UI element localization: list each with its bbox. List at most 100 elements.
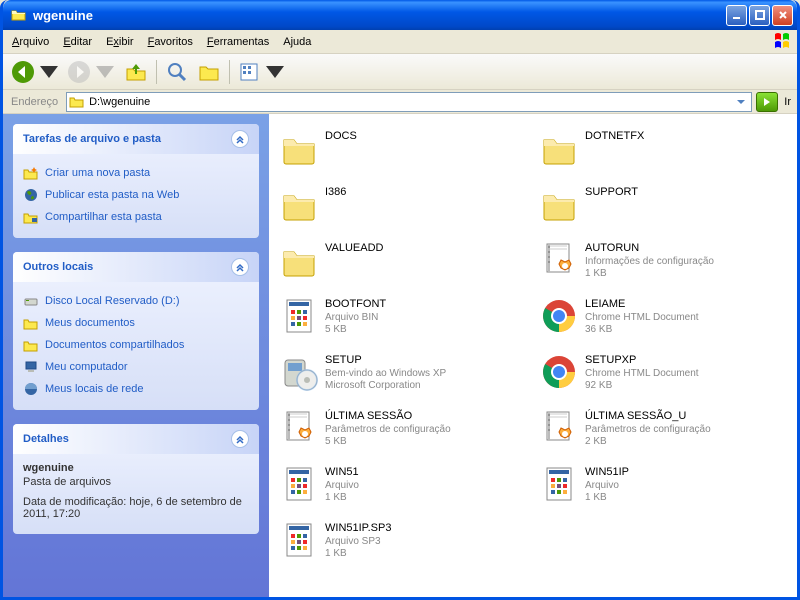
- file-item[interactable]: WIN51Arquivo1 KB: [279, 464, 527, 514]
- task-link[interactable]: Compartilhar esta pasta: [23, 206, 249, 228]
- file-item[interactable]: BOOTFONTArquivo BIN5 KB: [279, 296, 527, 346]
- collapse-icon: [231, 130, 249, 148]
- up-button[interactable]: [121, 57, 151, 87]
- file-name: WIN51: [325, 466, 359, 480]
- place-label: Meus locais de rede: [45, 383, 143, 395]
- file-size: 1 KB: [585, 268, 714, 281]
- file-name: SETUP: [325, 354, 446, 368]
- file-name: SETUPXP: [585, 354, 699, 368]
- file-item[interactable]: DOTNETFX: [539, 128, 787, 178]
- file-name: SUPPORT: [585, 186, 638, 200]
- file-item[interactable]: LEIAMEChrome HTML Document36 KB: [539, 296, 787, 346]
- file-name: AUTORUN: [585, 242, 714, 256]
- file-size: 5 KB: [325, 436, 451, 449]
- file-name: VALUEADD: [325, 242, 383, 256]
- folder-icon: [11, 7, 27, 23]
- go-label: Ir: [782, 96, 793, 108]
- file-desc: Arquivo: [325, 480, 359, 493]
- search-button[interactable]: [162, 57, 192, 87]
- task-link[interactable]: Publicar esta pasta na Web: [23, 184, 249, 206]
- close-button[interactable]: [772, 5, 793, 26]
- place-label: Meus documentos: [45, 317, 135, 329]
- file-item[interactable]: WIN51IP.SP3Arquivo SP31 KB: [279, 520, 527, 570]
- back-button[interactable]: [9, 57, 63, 87]
- menu-ferramentas[interactable]: Ferramentas: [200, 33, 276, 51]
- file-name: ÚLTIMA SESSÃO: [325, 410, 451, 424]
- place-link[interactable]: Disco Local Reservado (D:): [23, 290, 249, 312]
- file-item[interactable]: SETUPXPChrome HTML Document92 KB: [539, 352, 787, 402]
- file-name: DOCS: [325, 130, 357, 144]
- task-label: Compartilhar esta pasta: [45, 211, 162, 223]
- file-size: 2 KB: [585, 436, 711, 449]
- file-name: WIN51IP.SP3: [325, 522, 391, 536]
- folder-icon: [539, 184, 579, 224]
- chevron-down-icon: [93, 60, 117, 84]
- file-item[interactable]: SUPPORT: [539, 184, 787, 234]
- place-link[interactable]: Meus documentos: [23, 312, 249, 334]
- explorer-window: wgenuine ArquivoEditarExibirFavoritosFer…: [0, 0, 800, 600]
- file-item[interactable]: ÚLTIMA SESSÃOParâmetros de configuração5…: [279, 408, 527, 458]
- file-item[interactable]: AUTORUNInformações de configuração1 KB: [539, 240, 787, 290]
- places-panel-header[interactable]: Outros locais: [13, 252, 259, 282]
- computer-icon: [23, 359, 39, 375]
- network-icon: [23, 381, 39, 397]
- place-link[interactable]: Meus locais de rede: [23, 378, 249, 400]
- menu-arquivo[interactable]: Arquivo: [5, 33, 56, 51]
- folders-button[interactable]: [194, 57, 224, 87]
- file-item[interactable]: VALUEADD: [279, 240, 527, 290]
- folder-icon: [279, 184, 319, 224]
- folder-icon: [23, 337, 39, 353]
- titlebar[interactable]: wgenuine: [3, 0, 797, 30]
- place-link[interactable]: Documentos compartilhados: [23, 334, 249, 356]
- address-field[interactable]: D:\wgenuine: [66, 92, 752, 112]
- task-link[interactable]: Criar uma nova pasta: [23, 162, 249, 184]
- chevron-down-icon: [263, 60, 287, 84]
- toolbar-separator: [229, 60, 230, 84]
- menu-editar[interactable]: Editar: [56, 33, 99, 51]
- details-type: Pasta de arquivos: [23, 476, 249, 488]
- place-link[interactable]: Meu computador: [23, 356, 249, 378]
- panel-title: Tarefas de arquivo e pasta: [23, 133, 161, 145]
- task-label: Criar uma nova pasta: [45, 167, 150, 179]
- menu-exibir[interactable]: Exibir: [99, 33, 141, 51]
- place-label: Disco Local Reservado (D:): [45, 295, 180, 307]
- file-size: 92 KB: [585, 380, 699, 393]
- menu-ajuda[interactable]: Ajuda: [276, 33, 318, 51]
- file-desc: Parâmetros de configuração: [325, 424, 451, 437]
- file-list[interactable]: DOCS DOTNETFXI386 SUPPORT VALUEADD AUTORUNIn…: [269, 114, 797, 597]
- file-size: 1 KB: [325, 492, 359, 505]
- panel-title: Detalhes: [23, 433, 69, 445]
- window-controls: [726, 5, 793, 26]
- file-item[interactable]: I386: [279, 184, 527, 234]
- disk-icon: [23, 293, 39, 309]
- file-item[interactable]: ÚLTIMA SESSÃO_UParâmetros de configuraçã…: [539, 408, 787, 458]
- place-label: Documentos compartilhados: [45, 339, 184, 351]
- chevron-down-icon: [37, 60, 61, 84]
- file-desc: Chrome HTML Document: [585, 312, 699, 325]
- address-label: Endereço: [7, 96, 62, 108]
- ini-icon: [539, 408, 579, 448]
- address-dropdown[interactable]: [733, 94, 749, 110]
- folder-icon: [279, 128, 319, 168]
- maximize-button[interactable]: [749, 5, 770, 26]
- file-size: 1 KB: [325, 548, 391, 561]
- chrome-icon: [539, 296, 579, 336]
- file-name: BOOTFONT: [325, 298, 386, 312]
- tasks-panel-header[interactable]: Tarefas de arquivo e pasta: [13, 124, 259, 154]
- file-item[interactable]: SETUPBem-vindo ao Windows XPMicrosoft Co…: [279, 352, 527, 402]
- menu-favoritos[interactable]: Favoritos: [141, 33, 200, 51]
- collapse-icon: [231, 258, 249, 276]
- toolbar-separator: [156, 60, 157, 84]
- go-button[interactable]: [756, 92, 778, 112]
- details-panel-header[interactable]: Detalhes: [13, 424, 259, 454]
- setup-icon: [279, 352, 319, 392]
- forward-button[interactable]: [65, 57, 119, 87]
- minimize-button[interactable]: [726, 5, 747, 26]
- menubar: ArquivoEditarExibirFavoritosFerramentasA…: [3, 30, 797, 54]
- views-button[interactable]: [235, 57, 289, 87]
- bin-icon: [279, 296, 319, 336]
- file-item[interactable]: WIN51IPArquivo1 KB: [539, 464, 787, 514]
- places-panel: Outros locais Disco Local Reservado (D:)…: [13, 252, 259, 410]
- file-item[interactable]: DOCS: [279, 128, 527, 178]
- addressbar: Endereço D:\wgenuine Ir: [3, 90, 797, 114]
